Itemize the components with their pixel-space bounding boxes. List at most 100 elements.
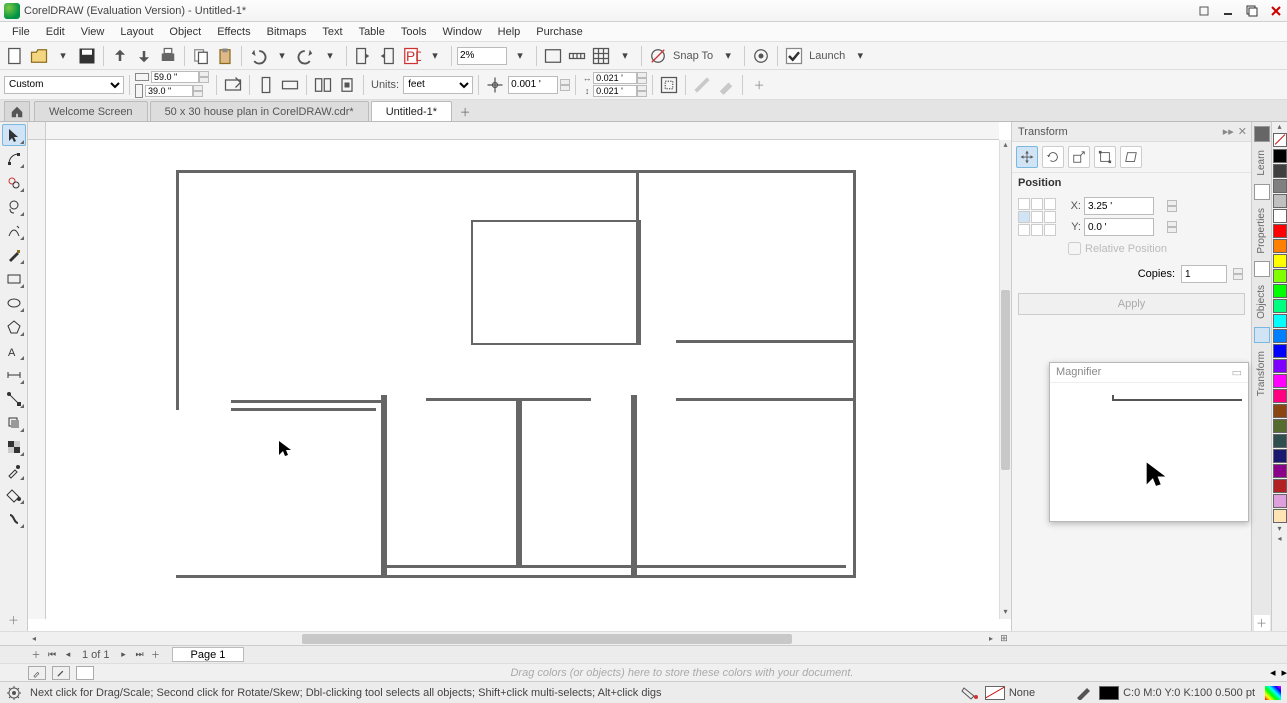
anchor-grid[interactable] — [1018, 198, 1056, 236]
export-button[interactable] — [376, 45, 398, 67]
horizontal-scroll-thumb[interactable] — [302, 634, 792, 644]
edit-outline-button[interactable] — [715, 74, 737, 96]
transform-scale-button[interactable] — [1068, 146, 1090, 168]
swatch-13[interactable] — [1273, 344, 1287, 358]
ruler-horizontal[interactable] — [46, 122, 999, 140]
magnifier-panel[interactable]: Magnifier ▭ — [1049, 362, 1249, 522]
last-page-button[interactable]: ⏭ — [132, 648, 148, 662]
swatch-10[interactable] — [1273, 299, 1287, 313]
drawing-canvas[interactable] — [46, 140, 999, 619]
menu-file[interactable]: File — [4, 24, 38, 40]
redo-dropdown[interactable]: ▾ — [319, 45, 341, 67]
edge-add-button[interactable]: ＋ — [1254, 615, 1270, 631]
copies-down[interactable] — [1233, 274, 1243, 280]
swatch-1[interactable] — [1273, 164, 1287, 178]
swatch-18[interactable] — [1273, 419, 1287, 433]
edge-icon-1[interactable] — [1254, 126, 1270, 142]
rectangle-tool[interactable] — [2, 268, 26, 290]
all-pages-button[interactable] — [312, 74, 334, 96]
swatch-8[interactable] — [1273, 269, 1287, 283]
ruler-origin[interactable] — [28, 122, 46, 140]
relative-position-checkbox[interactable] — [1068, 242, 1081, 255]
cloud-down-button[interactable] — [133, 45, 155, 67]
scroll-right-arrow[interactable]: ▸ — [985, 634, 997, 643]
window-maximize-button[interactable] — [1241, 2, 1263, 20]
transform-position-button[interactable] — [1016, 146, 1038, 168]
scroll-down-arrow[interactable]: ▾ — [1000, 607, 1011, 619]
navigator-button[interactable]: ⊞ — [997, 633, 1011, 644]
toolbox-add-button[interactable]: ＋ — [2, 609, 26, 631]
snap-to-dropdown[interactable]: ▾ — [717, 45, 739, 67]
publish-pdf-button[interactable]: PDF — [400, 45, 422, 67]
artistic-media-tool[interactable] — [2, 244, 26, 266]
swatch-17[interactable] — [1273, 404, 1287, 418]
undo-button[interactable] — [247, 45, 269, 67]
swatch-4[interactable] — [1273, 209, 1287, 223]
swatch-21[interactable] — [1273, 464, 1287, 478]
add-page-button[interactable]: ＋ — [28, 648, 44, 662]
apply-button[interactable]: Apply — [1018, 293, 1245, 315]
tab-welcome[interactable]: Welcome Screen — [34, 101, 148, 121]
swatch-20[interactable] — [1273, 449, 1287, 463]
swatch-11[interactable] — [1273, 314, 1287, 328]
smart-fill-tool[interactable] — [2, 508, 26, 530]
polygon-tool[interactable] — [2, 316, 26, 338]
swatch-2[interactable] — [1273, 179, 1287, 193]
y-down[interactable] — [1167, 227, 1177, 233]
rulers-button[interactable] — [566, 45, 588, 67]
vertical-scrollbar[interactable]: ▴ ▾ — [999, 140, 1011, 619]
copy-button[interactable] — [190, 45, 212, 67]
horizontal-scrollbar[interactable]: ◂ ▸ ⊞ — [0, 631, 1287, 645]
save-button[interactable] — [76, 45, 98, 67]
orientation-button[interactable] — [222, 74, 244, 96]
edge-icon-3[interactable] — [1254, 261, 1270, 277]
launch-checkbox[interactable] — [783, 45, 805, 67]
x-down[interactable] — [1167, 206, 1177, 212]
print-button[interactable] — [157, 45, 179, 67]
zoom-dropdown[interactable]: ▾ — [509, 45, 531, 67]
open-dropdown[interactable]: ▾ — [52, 45, 74, 67]
cloud-up-button[interactable] — [109, 45, 131, 67]
import-button[interactable] — [352, 45, 374, 67]
redo-button[interactable] — [295, 45, 317, 67]
nudge-down[interactable] — [560, 85, 570, 91]
swatch-23[interactable] — [1273, 494, 1287, 508]
prev-page-button[interactable]: ◂ — [60, 648, 76, 662]
zoom-tool[interactable] — [2, 196, 26, 218]
learn-tab[interactable]: Learn — [1256, 150, 1267, 176]
edit-fill-button[interactable] — [691, 74, 713, 96]
tab-houseplan[interactable]: 50 x 30 house plan in CorelDRAW.cdr* — [150, 101, 369, 121]
drop-shadow-tool[interactable] — [2, 412, 26, 434]
scroll-up-arrow[interactable]: ▴ — [1000, 140, 1011, 152]
dup-y-input[interactable] — [593, 85, 637, 97]
palette-down-arrow[interactable]: ▾ — [1272, 524, 1287, 534]
zoom-level-input[interactable] — [457, 47, 507, 65]
page-preset-select[interactable]: Custom — [4, 76, 124, 94]
page-1-tab[interactable]: Page 1 — [172, 647, 245, 662]
properties-tab[interactable]: Properties — [1256, 208, 1267, 254]
swatch-19[interactable] — [1273, 434, 1287, 448]
menu-tools[interactable]: Tools — [393, 24, 435, 40]
units-select[interactable]: feet — [403, 76, 473, 94]
grid-button[interactable] — [590, 45, 612, 67]
ellipse-tool[interactable] — [2, 292, 26, 314]
height-down[interactable] — [193, 91, 203, 97]
magnifier-close-button[interactable]: ▭ — [1232, 366, 1242, 379]
next-page-button[interactable]: ▸ — [116, 648, 132, 662]
swatch-14[interactable] — [1273, 359, 1287, 373]
scroll-left-arrow[interactable]: ◂ — [28, 634, 40, 643]
dimension-tool[interactable] — [2, 364, 26, 386]
treat-as-filled-button[interactable] — [658, 74, 680, 96]
shape-tool[interactable] — [2, 148, 26, 170]
swatch-15[interactable] — [1273, 374, 1287, 388]
transparency-tool[interactable] — [2, 436, 26, 458]
publish-dropdown[interactable]: ▾ — [424, 45, 446, 67]
menu-table[interactable]: Table — [351, 24, 393, 40]
palette-flyout-arrow[interactable]: ◂ — [1272, 534, 1287, 544]
window-close-button[interactable] — [1265, 2, 1287, 20]
menu-object[interactable]: Object — [161, 24, 209, 40]
swatch-12[interactable] — [1273, 329, 1287, 343]
copies-input[interactable] — [1181, 265, 1227, 283]
docker-close-button[interactable]: ✕ — [1238, 125, 1247, 138]
paste-button[interactable] — [214, 45, 236, 67]
